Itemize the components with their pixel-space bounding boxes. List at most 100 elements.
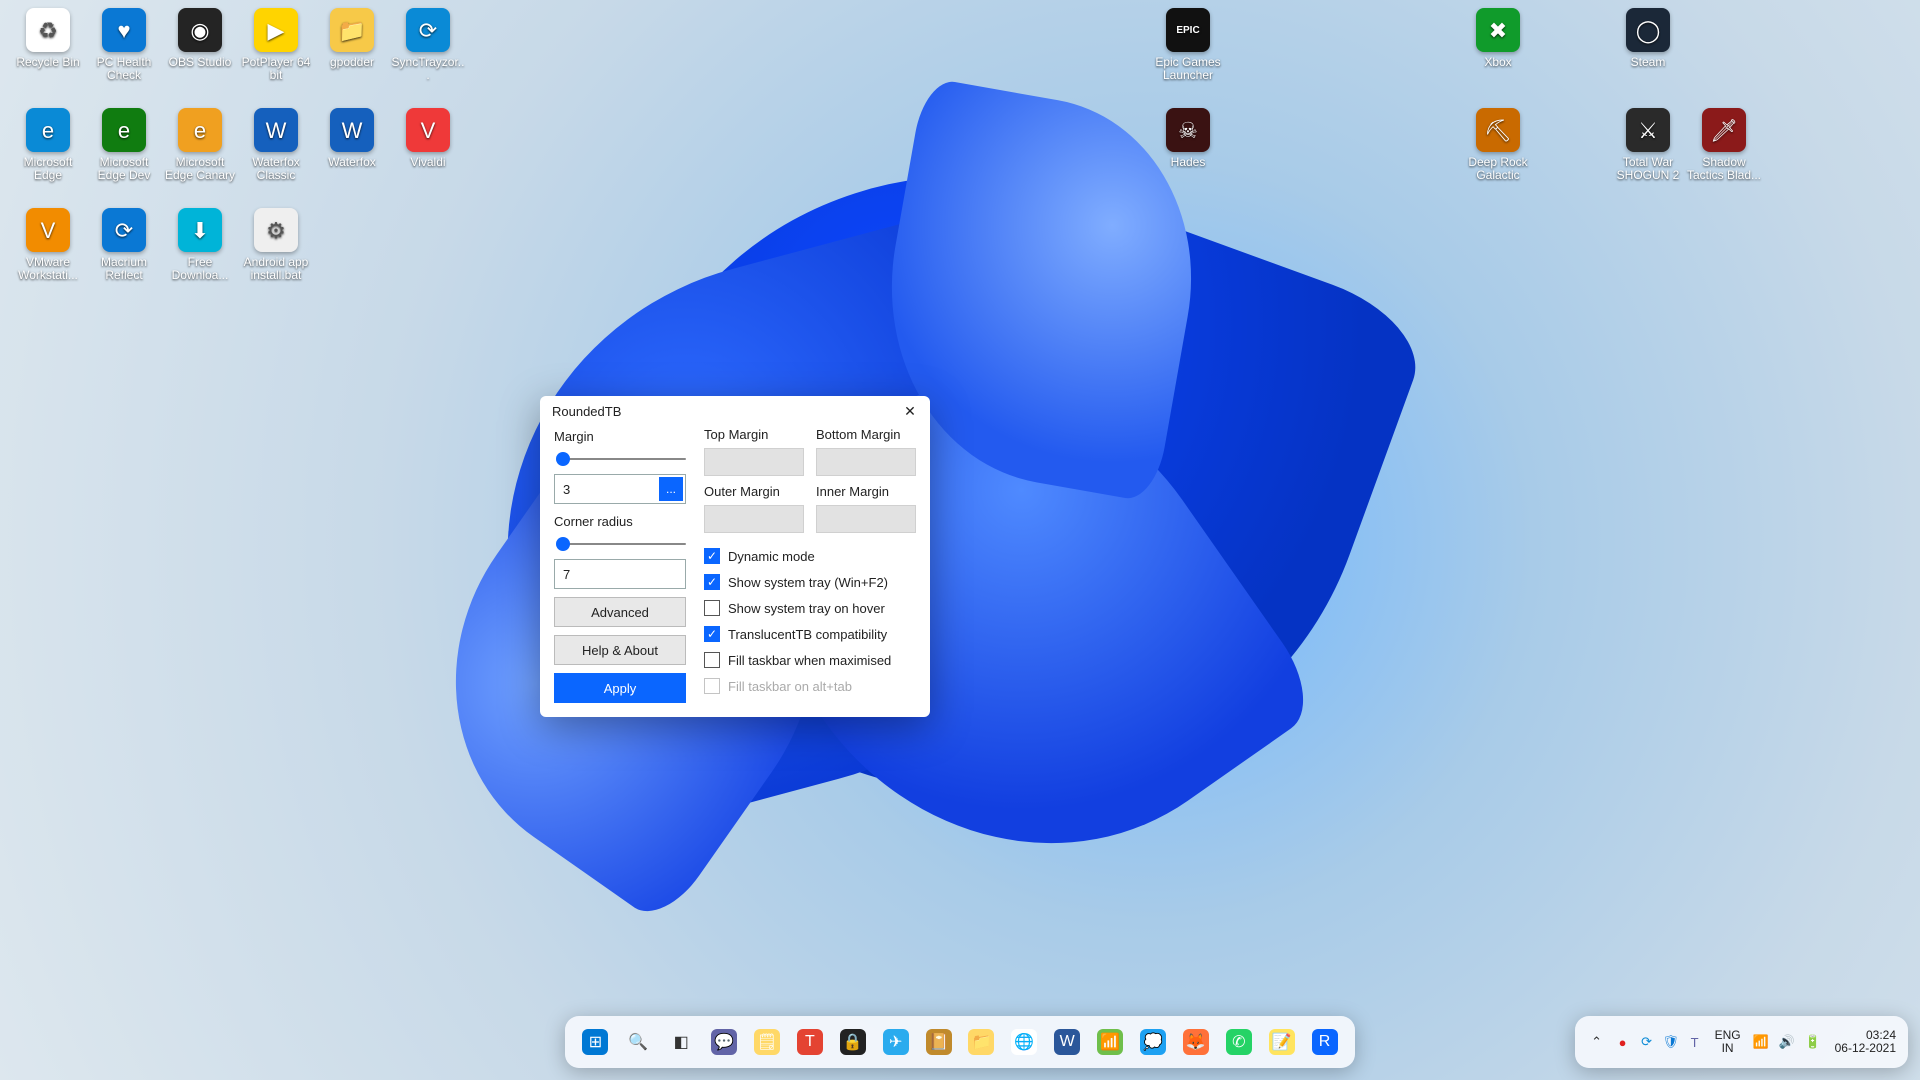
close-button[interactable]: ✕: [896, 400, 924, 422]
desktop-icon-recycle-bin[interactable]: ♻Recycle Bin: [10, 8, 86, 69]
notepad-icon: 🗒: [754, 1029, 780, 1055]
clock[interactable]: 03:24 06-12-2021: [1835, 1029, 1896, 1055]
desktop-icon-label: Total War SHOGUN 2: [1610, 156, 1686, 182]
whatsapp-icon[interactable]: ✆: [1220, 1022, 1257, 1062]
desktop-icon-free-downloa[interactable]: ⬇Free Downloa...: [162, 208, 238, 282]
desktop-icon-label: Waterfox: [314, 156, 390, 169]
app-icon: ⟳: [406, 8, 450, 52]
browser-icon[interactable]: 💭: [1135, 1022, 1172, 1062]
corner-radius-slider[interactable]: [554, 535, 686, 553]
desktop-icon-vmware-workstati[interactable]: VVMware Workstati...: [10, 208, 86, 282]
desktop-icon-steam[interactable]: ◯Steam: [1610, 8, 1686, 69]
desktop: ♻Recycle Bin♥PC Health Check◉OBS Studio▶…: [0, 0, 1920, 1080]
wifi-icon[interactable]: 📶: [1751, 1032, 1771, 1052]
desktop-icon-macrium-reflect[interactable]: ⟳Macrium Reflect: [86, 208, 162, 282]
telegram-icon[interactable]: ✈: [877, 1022, 914, 1062]
dialog-titlebar[interactable]: RoundedTB ✕: [540, 396, 930, 425]
desktop-icon-label: Vivaldi: [390, 156, 466, 169]
desktop-icon-hades[interactable]: ☠Hades: [1150, 108, 1226, 169]
word-icon[interactable]: W: [1049, 1022, 1086, 1062]
telegram-icon: ✈: [883, 1029, 909, 1055]
app-icon: ⬇: [178, 208, 222, 252]
start-button[interactable]: ⊞: [577, 1022, 614, 1062]
chrome-icon[interactable]: 🌐: [1006, 1022, 1043, 1062]
tray-sync[interactable]: ⟳: [1637, 1032, 1657, 1052]
outer-margin-input[interactable]: [704, 505, 804, 533]
corner-radius-input[interactable]: 7: [554, 559, 686, 589]
sticky-icon[interactable]: 📝: [1263, 1022, 1300, 1062]
desktop-icon-android-app-install-bat[interactable]: ⚙Android app install.bat: [238, 208, 314, 282]
desktop-icon-label: Microsoft Edge: [10, 156, 86, 182]
margin-more-button[interactable]: ...: [659, 477, 683, 501]
volume-icon[interactable]: 🔊: [1777, 1032, 1797, 1052]
top-margin-label: Top Margin: [704, 427, 804, 442]
firefox-icon[interactable]: 🦊: [1177, 1022, 1214, 1062]
fill-maximised-row[interactable]: Fill taskbar when maximised: [704, 647, 916, 673]
todoist-icon[interactable]: T: [791, 1022, 828, 1062]
taskview-button[interactable]: ◧: [663, 1022, 700, 1062]
show-systray-row[interactable]: ✓ Show system tray (Win+F2): [704, 569, 916, 595]
dynamic-mode-checkbox[interactable]: ✓: [704, 548, 720, 564]
translucenttb-row[interactable]: ✓ TranslucentTB compatibility: [704, 621, 916, 647]
desktop-icon-gpodder[interactable]: 📁gpodder: [314, 8, 390, 69]
desktop-icon-epic-games-launcher[interactable]: EPICEpic Games Launcher: [1150, 8, 1226, 82]
apply-button[interactable]: Apply: [554, 673, 686, 703]
desktop-icon-microsoft-edge[interactable]: eMicrosoft Edge: [10, 108, 86, 182]
desktop-icon-xbox[interactable]: ✖Xbox: [1460, 8, 1536, 69]
vpn-icon[interactable]: 🔒: [834, 1022, 871, 1062]
help-about-button[interactable]: Help & About: [554, 635, 686, 665]
search-button[interactable]: 🔍: [620, 1022, 657, 1062]
show-systray-checkbox[interactable]: ✓: [704, 574, 720, 590]
teams-icon[interactable]: 💬: [706, 1022, 743, 1062]
translucenttb-checkbox[interactable]: ✓: [704, 626, 720, 642]
explorer-icon: 📁: [968, 1029, 994, 1055]
show-systray-hover-row[interactable]: Show system tray on hover: [704, 595, 916, 621]
desktop-icon-waterfox-classic[interactable]: WWaterfox Classic: [238, 108, 314, 182]
tray-chevron-up-icon[interactable]: ⌃: [1587, 1032, 1607, 1052]
corner-radius-label: Corner radius: [554, 514, 686, 529]
desktop-icon-label: Xbox: [1460, 56, 1536, 69]
desktop-icon-obs-studio[interactable]: ◉OBS Studio: [162, 8, 238, 69]
roundedtb-dialog: RoundedTB ✕ Margin 3 ... Corner radius: [540, 396, 930, 717]
margin-input[interactable]: 3 ...: [554, 474, 686, 504]
battery-icon[interactable]: 🔋: [1803, 1032, 1823, 1052]
corner-radius-slider-thumb[interactable]: [556, 537, 570, 551]
desktop-icon-total-war-shogun-2[interactable]: ⚔Total War SHOGUN 2: [1610, 108, 1686, 182]
tray-defender[interactable]: 🛡: [1661, 1032, 1681, 1052]
desktop-icon-microsoft-edge-canary[interactable]: eMicrosoft Edge Canary: [162, 108, 238, 182]
top-margin-input[interactable]: [704, 448, 804, 476]
show-systray-hover-checkbox[interactable]: [704, 600, 720, 616]
desktop-icon-vivaldi[interactable]: VVivaldi: [390, 108, 466, 169]
app-icon: ◯: [1626, 8, 1670, 52]
desktop-icon-label: Epic Games Launcher: [1150, 56, 1226, 82]
desktop-icon-deep-rock-galactic[interactable]: ⛏Deep Rock Galactic: [1460, 108, 1536, 182]
desktop-icon-label: Shadow Tactics Blad...: [1686, 156, 1762, 182]
app-icon: e: [178, 108, 222, 152]
tray-red-dot[interactable]: ●: [1613, 1032, 1633, 1052]
language-switcher[interactable]: ENG IN: [1715, 1029, 1741, 1055]
desktop-icon-microsoft-edge-dev[interactable]: eMicrosoft Edge Dev: [86, 108, 162, 182]
fill-alttab-checkbox: [704, 678, 720, 694]
margin-slider-thumb[interactable]: [556, 452, 570, 466]
desktop-icon-pc-health-check[interactable]: ♥PC Health Check: [86, 8, 162, 82]
dynamic-mode-label: Dynamic mode: [728, 549, 815, 564]
inner-margin-input[interactable]: [816, 505, 916, 533]
desktop-icon-potplayer-64-bit[interactable]: ▶PotPlayer 64 bit: [238, 8, 314, 82]
tray-teams[interactable]: T: [1685, 1032, 1705, 1052]
teams-icon: 💬: [711, 1029, 737, 1055]
note-icon[interactable]: 📔: [920, 1022, 957, 1062]
notepad-icon[interactable]: 🗒: [749, 1022, 786, 1062]
margin-slider[interactable]: [554, 450, 686, 468]
fill-maximised-checkbox[interactable]: [704, 652, 720, 668]
explorer-icon[interactable]: 📁: [963, 1022, 1000, 1062]
search-icon: 🔍: [625, 1029, 651, 1055]
advanced-button[interactable]: Advanced: [554, 597, 686, 627]
desktop-icon-waterfox[interactable]: WWaterfox: [314, 108, 390, 169]
bottom-margin-input[interactable]: [816, 448, 916, 476]
dynamic-mode-row[interactable]: ✓ Dynamic mode: [704, 543, 916, 569]
app-icon: ☠: [1166, 108, 1210, 152]
roundedtb-icon[interactable]: R: [1306, 1022, 1343, 1062]
rss-icon[interactable]: 📶: [1092, 1022, 1129, 1062]
desktop-icon-shadow-tactics-blad[interactable]: 🗡Shadow Tactics Blad...: [1686, 108, 1762, 182]
desktop-icon-synctrayzor[interactable]: ⟳SyncTrayzor...: [390, 8, 466, 82]
